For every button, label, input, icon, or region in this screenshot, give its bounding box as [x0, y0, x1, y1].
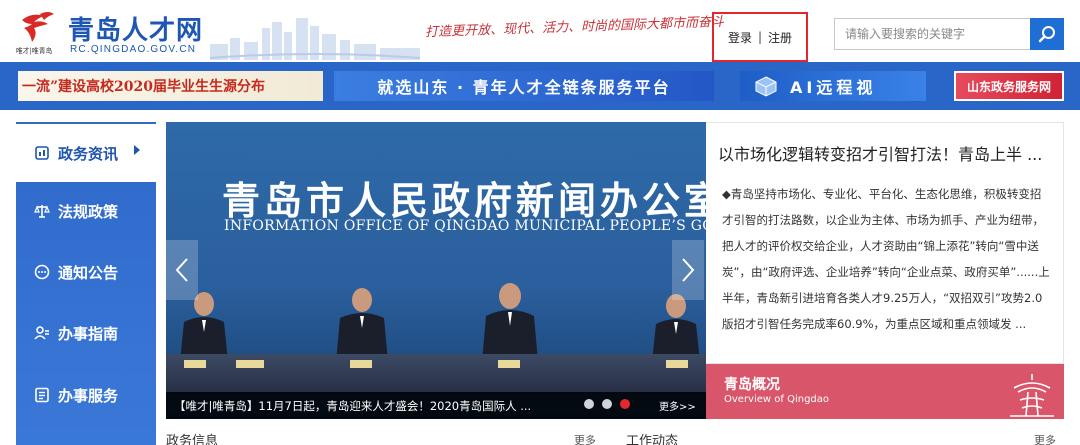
search-button[interactable]: [1030, 18, 1064, 50]
cube-icon: [755, 76, 777, 97]
nav-item-notices[interactable]: 通知公告: [16, 243, 156, 301]
slide-people-illustration: [180, 283, 700, 362]
nameplate: [666, 360, 688, 368]
chevron-left-icon: [175, 258, 188, 282]
nav-item-label: 通知公告: [58, 263, 119, 282]
slide-subtitle: INFORMATION OFFICE OF QINGDAO MUNICIPAL …: [224, 218, 706, 234]
overview-title: 青岛概况: [724, 377, 780, 393]
nameplate: [498, 360, 520, 368]
search-bar: [834, 18, 1064, 50]
banner-graduates-text: 一流”建设高校2020届毕业生生源分布: [22, 79, 266, 95]
site-header: 唯才|唯青岛 青岛人才网 RC.QINGDAO.GOV.CN 打造更开放、现代、…: [0, 0, 1080, 62]
user-guide-icon: [34, 326, 49, 340]
register-link[interactable]: 注册: [768, 29, 792, 46]
nav-item-label: 法规政策: [58, 202, 119, 221]
scale-icon: [34, 205, 50, 218]
logo-caption: 唯才|唯青岛: [16, 46, 53, 55]
nav-item-gov-news[interactable]: 政务资讯: [16, 124, 156, 182]
qingdao-overview-card[interactable]: 青岛概况 Overview of Qingdao: [706, 364, 1064, 419]
chevron-right-icon: [682, 258, 695, 282]
nav-item-guide[interactable]: 办事指南: [16, 304, 156, 362]
banner-strip: 一流”建设高校2020届毕业生生源分布 就选山东 · 青年人才全链条服务平台 A…: [0, 62, 1080, 110]
slider-next-button[interactable]: [672, 240, 704, 300]
nav-item-label: 办事指南: [58, 324, 119, 343]
search-icon: [1038, 26, 1055, 43]
nav-item-label: 政务资讯: [58, 144, 119, 163]
banner-shandong-talent[interactable]: 就选山东 · 青年人才全链条服务平台: [334, 71, 714, 101]
nav-item-regulations[interactable]: 法规政策: [16, 182, 156, 240]
slider-prev-button[interactable]: [166, 240, 198, 300]
overview-subtitle: Overview of Qingdao: [724, 394, 830, 405]
logo-domain: RC.QINGDAO.GOV.CN: [70, 44, 197, 55]
news-summary: ◆青岛坚持市场化、专业化、平台化、生态化思维，积极转变招才引智的打法路数，以企业…: [722, 187, 1050, 331]
slider-more-link[interactable]: 更多>>: [659, 398, 696, 413]
section-title-gov-info: 政务信息: [166, 434, 219, 445]
slogan-text: 打造更开放、现代、活力、时尚的国际大都市而奋斗: [424, 14, 725, 41]
section-title-work-news: 工作动态: [626, 434, 679, 445]
login-link[interactable]: 登录: [728, 29, 752, 46]
landmark-tower-icon: [1010, 374, 1054, 417]
search-input[interactable]: [834, 18, 1030, 50]
list-doc-icon: [35, 387, 49, 403]
nameplate: [236, 360, 264, 368]
slider-dot-1[interactable]: [584, 399, 594, 409]
slider-dots: [584, 399, 630, 409]
city-skyline-icon: [210, 18, 420, 60]
news-slider[interactable]: 青岛市人民政府新闻办公室 INFORMATION OFFICE OF QINGD…: [166, 122, 706, 419]
slide-title: 青岛市人民政府新闻办公室: [222, 179, 706, 223]
auth-separator: |: [757, 30, 763, 44]
banner-shandong-talent-text: 就选山东 · 青年人才全链条服务平台: [377, 78, 671, 97]
slider-dot-3[interactable]: [620, 399, 630, 409]
logo-title: 青岛人才网: [68, 16, 204, 46]
logo-mark-icon: [22, 12, 54, 42]
nameplate: [350, 360, 372, 368]
banner-gov-service[interactable]: 山东政务服务网: [954, 71, 1064, 101]
slider-dot-2[interactable]: [602, 399, 612, 409]
nav-item-services[interactable]: 办事服务: [16, 366, 156, 424]
site-logo[interactable]: 唯才|唯青岛 青岛人才网 RC.QINGDAO.GOV.CN: [16, 8, 216, 56]
nameplate: [184, 360, 206, 368]
left-nav: 政务资讯 法规政策 通知公告 办事指南 办事服务: [16, 122, 156, 445]
nav-item-label: 办事服务: [58, 386, 119, 405]
banner-gov-service-text: 山东政务服务网: [966, 79, 1051, 94]
auth-box: 登录 | 注册: [712, 12, 808, 62]
document-icon: [35, 146, 49, 160]
banner-ai-remote[interactable]: AI远程视: [740, 71, 926, 101]
banner-graduates[interactable]: 一流”建设高校2020届毕业生生源分布: [18, 71, 323, 101]
chevron-right-icon: [134, 145, 140, 155]
news-headline-link[interactable]: 以市场化逻辑转变招才引智打法！青岛上半 ...: [718, 141, 1042, 165]
slide-caption-link[interactable]: 【唯才|唯青岛】11月7日起，青岛迎来人才盛会！2020青岛国际人 ...: [174, 398, 531, 414]
work-news-more-link[interactable]: 更多: [1034, 432, 1056, 445]
news-panel: 以市场化逻辑转变招才引智打法！青岛上半 ... ◆青岛坚持市场化、专业化、平台化…: [706, 122, 1064, 364]
gov-info-more-link[interactable]: 更多: [574, 432, 596, 445]
chat-bubble-icon: [34, 264, 50, 280]
